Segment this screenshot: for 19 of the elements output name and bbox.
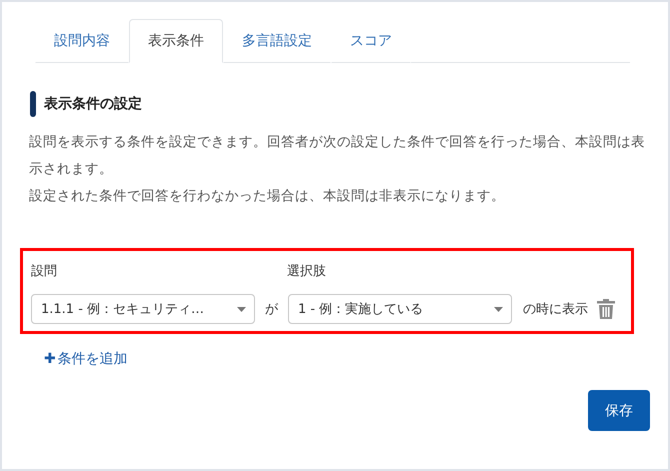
tab[interactable]: 設問内容 [35, 19, 129, 63]
description-text: 設問を表示する条件を設定できます。回答者が次の設定した条件で回答を行った場合、本設問は表示されます。 [29, 133, 646, 179]
condition-suffix-text: の時に表示 [523, 301, 588, 318]
save-button[interactable]: 保存 [588, 390, 650, 431]
description-text: 設定された条件で回答を行わなかった場合は、本設問は非表示になります。 [29, 187, 506, 206]
tab[interactable]: スコア [331, 19, 411, 63]
add-condition-link[interactable]: ✚条件を追加 [44, 350, 128, 368]
question-dropdown[interactable]: 1.1.1 - 例：セキュリティ… [31, 294, 255, 324]
choice-dropdown[interactable]: 1 - 例：実施している [288, 294, 512, 324]
connector-text: が [265, 301, 278, 318]
tab[interactable]: 多言語設定 [223, 19, 331, 63]
section-title: 表示条件の設定 [44, 95, 142, 113]
field-label: 選択肢 [287, 263, 326, 280]
heading-accent-bar [30, 91, 36, 117]
caret-icon [237, 306, 246, 312]
tab[interactable]: 表示条件 [129, 19, 223, 63]
caret-icon [494, 306, 503, 312]
trash-icon[interactable] [597, 299, 615, 319]
field-label: 設問 [31, 263, 58, 280]
